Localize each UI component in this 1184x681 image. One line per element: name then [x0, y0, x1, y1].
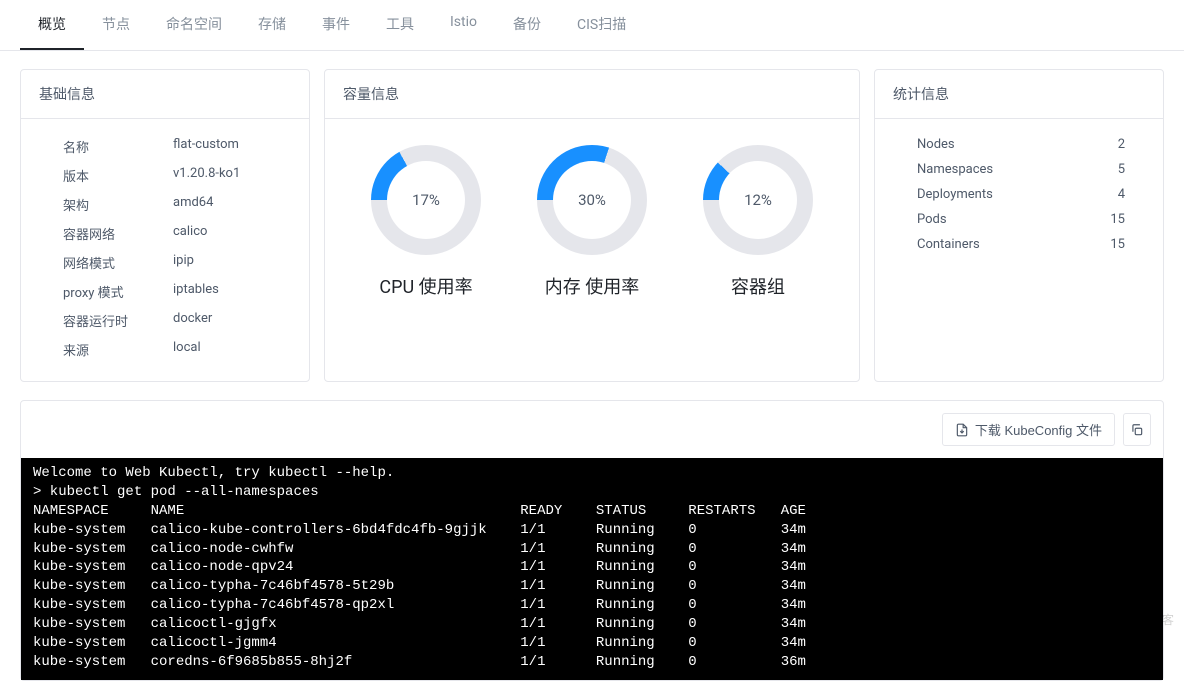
gauge-ring: 30%	[537, 145, 647, 255]
file-download-icon	[955, 423, 969, 437]
stat-key: Containers	[917, 237, 980, 252]
gauge-ring: 17%	[371, 145, 481, 255]
basic-val: flat-custom	[173, 137, 239, 156]
tab-7[interactable]: 备份	[495, 0, 559, 50]
panel-basic-info: 基础信息 名称flat-custom版本v1.20.8-ko1架构amd64容器…	[20, 69, 310, 382]
basic-key: 版本	[63, 166, 173, 185]
gauge-value: 30%	[553, 161, 631, 239]
gauge-label: 内存 使用率	[545, 273, 639, 299]
gauge-value: 12%	[719, 161, 797, 239]
basic-row: 架构amd64	[63, 195, 291, 214]
basic-val: amd64	[173, 195, 213, 214]
basic-val: iptables	[173, 282, 219, 301]
basic-key: proxy 模式	[63, 282, 173, 301]
tab-3[interactable]: 存储	[240, 0, 304, 50]
copy-button[interactable]	[1123, 413, 1151, 446]
basic-key: 来源	[63, 340, 173, 359]
download-kubeconfig-label: 下载 KubeConfig 文件	[975, 420, 1102, 439]
tab-5[interactable]: 工具	[368, 0, 432, 50]
basic-val: local	[173, 340, 201, 359]
stat-key: Nodes	[917, 137, 955, 152]
stat-row: Nodes 2	[917, 137, 1145, 152]
gauges-row: 17% CPU 使用率 30% 内存 使用率 12% 容器组	[343, 137, 841, 299]
gauge-value: 17%	[387, 161, 465, 239]
basic-row: proxy 模式iptables	[63, 282, 291, 301]
tab-6[interactable]: Istio	[432, 0, 495, 50]
gauge-ring: 12%	[703, 145, 813, 255]
stat-row: Pods 15	[917, 212, 1145, 227]
panel-stats: 统计信息 Nodes 2 Namespaces 5 Deployments 4 Pods 15…	[874, 69, 1164, 382]
terminal-output[interactable]: Welcome to Web Kubectl, try kubectl --he…	[21, 458, 1163, 680]
basic-key: 架构	[63, 195, 173, 214]
basic-val: v1.20.8-ko1	[173, 166, 240, 185]
terminal-panel: 下载 KubeConfig 文件 Welcome to Web Kubectl,…	[20, 400, 1164, 681]
basic-key: 网络模式	[63, 253, 173, 272]
panel-capacity-header: 容量信息	[325, 70, 859, 119]
stat-row: Deployments 4	[917, 187, 1145, 202]
basic-key: 容器网络	[63, 224, 173, 243]
basic-val: calico	[173, 224, 207, 243]
stat-val: 2	[1118, 137, 1125, 152]
basic-row: 名称flat-custom	[63, 137, 291, 156]
basic-row: 来源local	[63, 340, 291, 359]
basic-row: 容器网络calico	[63, 224, 291, 243]
gauge-label: CPU 使用率	[379, 273, 472, 299]
tab-1[interactable]: 节点	[84, 0, 148, 50]
tab-0[interactable]: 概览	[20, 0, 84, 50]
stat-val: 15	[1110, 212, 1125, 227]
stat-key: Pods	[917, 212, 947, 227]
stat-val: 5	[1118, 162, 1125, 177]
stat-row: Namespaces 5	[917, 162, 1145, 177]
tab-8[interactable]: CIS扫描	[559, 0, 644, 50]
gauge-label: 容器组	[731, 273, 785, 299]
basic-info-list: 名称flat-custom版本v1.20.8-ko1架构amd64容器网络cal…	[39, 137, 291, 359]
stats-list: Nodes2Namespaces5Deployments4Pods15Conta…	[893, 137, 1145, 252]
tab-2[interactable]: 命名空间	[148, 0, 240, 50]
stat-key: Namespaces	[917, 162, 993, 177]
copy-icon	[1130, 423, 1144, 437]
basic-val: docker	[173, 311, 212, 330]
panel-capacity: 容量信息 17% CPU 使用率 30% 内存 使用率 12% 容器组	[324, 69, 860, 382]
basic-key: 容器运行时	[63, 311, 173, 330]
panel-stats-header: 统计信息	[875, 70, 1163, 119]
terminal-toolbar: 下载 KubeConfig 文件	[21, 401, 1163, 458]
gauge-1: 30% 内存 使用率	[537, 145, 647, 299]
stat-val: 4	[1118, 187, 1125, 202]
tab-4[interactable]: 事件	[304, 0, 368, 50]
basic-val: ipip	[173, 253, 194, 272]
panel-basic-header: 基础信息	[21, 70, 309, 119]
gauge-0: 17% CPU 使用率	[371, 145, 481, 299]
download-kubeconfig-button[interactable]: 下载 KubeConfig 文件	[942, 413, 1115, 446]
gauge-2: 12% 容器组	[703, 145, 813, 299]
stat-row: Containers 15	[917, 237, 1145, 252]
basic-row: 容器运行时docker	[63, 311, 291, 330]
basic-row: 网络模式ipip	[63, 253, 291, 272]
tabs-bar: 概览节点命名空间存储事件工具Istio备份CIS扫描	[0, 0, 1184, 51]
stat-val: 15	[1110, 237, 1125, 252]
stat-key: Deployments	[917, 187, 993, 202]
basic-row: 版本v1.20.8-ko1	[63, 166, 291, 185]
basic-key: 名称	[63, 137, 173, 156]
